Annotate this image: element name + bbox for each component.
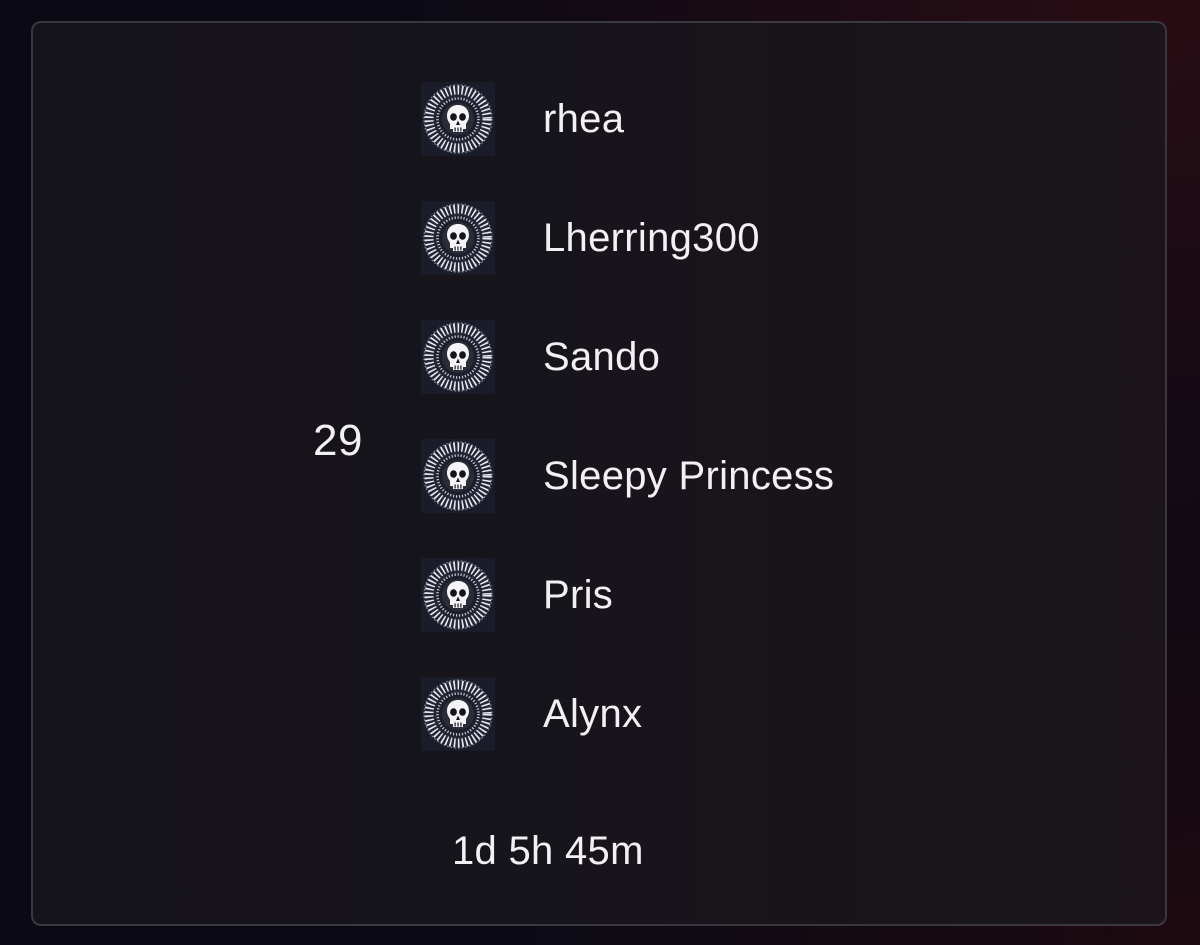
skull-sunburst-emblem-icon (421, 320, 495, 394)
player-name: Lherring300 (543, 216, 760, 260)
leaderboard-entry-card: 29 rhea Lherring300 Sando Sleepy Princes… (31, 21, 1167, 926)
skull-sunburst-emblem-icon (421, 82, 495, 156)
rank-number: 29 (313, 416, 363, 465)
player-name: rhea (543, 97, 625, 141)
skull-sunburst-emblem-icon (421, 558, 495, 632)
player-name: Sleepy Princess (543, 454, 835, 498)
clear-time: 1d 5h 45m (452, 829, 644, 873)
player-name: Sando (543, 335, 661, 379)
skull-sunburst-emblem-icon (421, 677, 495, 751)
skull-sunburst-emblem-icon (421, 201, 495, 275)
skull-sunburst-emblem-icon (421, 439, 495, 513)
player-name: Alynx (543, 692, 643, 736)
player-name: Pris (543, 573, 614, 617)
